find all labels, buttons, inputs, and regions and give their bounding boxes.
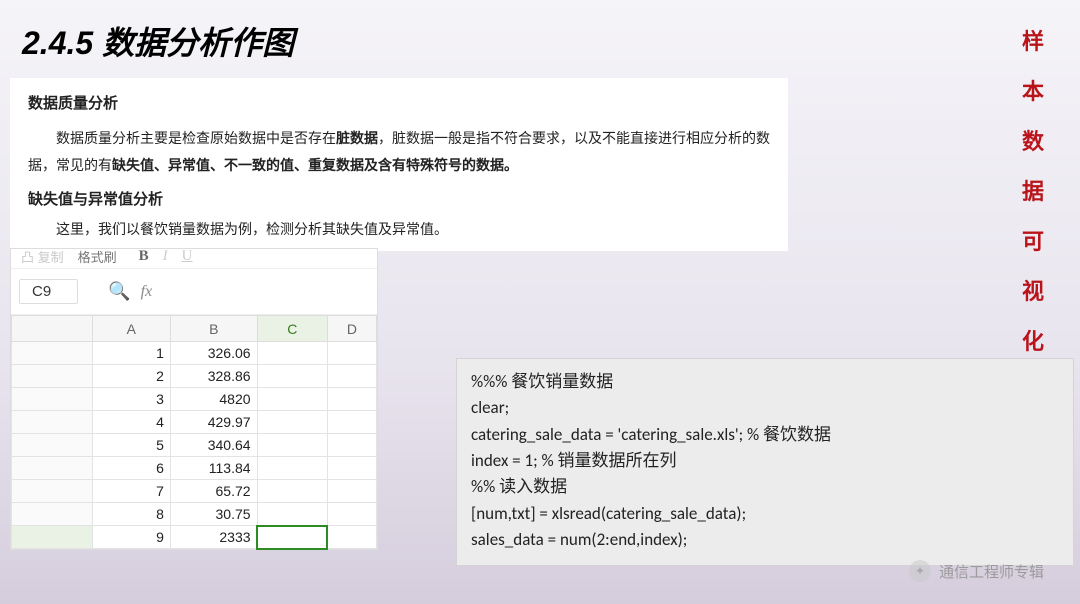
zoom-icon[interactable]: 🔍 xyxy=(108,281,130,302)
v-char: 样 xyxy=(1022,24,1044,56)
bold-issues-list: 缺失值、异常值、不一致的值、重复数据及含有特殊符号的数据。 xyxy=(112,157,518,173)
cell-c[interactable] xyxy=(257,434,327,457)
cell-b[interactable]: 113.84 xyxy=(170,457,257,480)
bold-dirty-data: 脏数据 xyxy=(336,130,378,146)
cell-a[interactable]: 7 xyxy=(92,480,170,503)
cell-c[interactable] xyxy=(257,365,327,388)
txt: 数据质量分析主要是检查原始数据中是否存在 xyxy=(56,130,336,146)
row-header[interactable] xyxy=(12,457,93,480)
col-header-b[interactable]: B xyxy=(170,316,257,342)
row-header[interactable] xyxy=(12,526,93,549)
toolbar-underline[interactable]: U xyxy=(182,249,193,265)
cell-c[interactable] xyxy=(257,480,327,503)
col-header-a[interactable]: A xyxy=(92,316,170,342)
row-header[interactable] xyxy=(12,411,93,434)
text-panel: 数据质量分析 数据质量分析主要是检查原始数据中是否存在脏数据，脏数据一般是指不符… xyxy=(10,78,788,251)
toolbar-copy[interactable]: 凸 复制 xyxy=(21,249,64,266)
paragraph-missing: 这里，我们以餐饮销量数据为例，检测分析其缺失值及异常值。 xyxy=(28,219,770,239)
code-line: index = 1; % 销量数据所在列 xyxy=(471,448,1059,474)
v-char: 可 xyxy=(1022,224,1044,256)
cell-a[interactable]: 9 xyxy=(92,526,170,549)
cell-a[interactable]: 1 xyxy=(92,342,170,365)
toolbar-format-painter[interactable]: 格式刷 xyxy=(78,249,117,266)
row-header[interactable] xyxy=(12,480,93,503)
cell-a[interactable]: 6 xyxy=(92,457,170,480)
code-line: %%% 餐饮销量数据 xyxy=(471,369,1059,395)
col-header-c[interactable]: C xyxy=(257,316,327,342)
cell-c[interactable] xyxy=(257,457,327,480)
cell-d[interactable] xyxy=(327,342,376,365)
cell-b[interactable]: 65.72 xyxy=(170,480,257,503)
cell-name-box[interactable]: C9 xyxy=(19,279,78,304)
cell-d[interactable] xyxy=(327,503,376,526)
row-header[interactable] xyxy=(12,503,93,526)
cell-a[interactable]: 4 xyxy=(92,411,170,434)
cell-d[interactable] xyxy=(327,480,376,503)
cell-b[interactable]: 429.97 xyxy=(170,411,257,434)
row-header[interactable] xyxy=(12,342,93,365)
cell-d[interactable] xyxy=(327,457,376,480)
row-header[interactable] xyxy=(12,365,93,388)
code-line: sales_data = num(2:end,index); xyxy=(471,527,1059,553)
paragraph-quality: 数据质量分析主要是检查原始数据中是否存在脏数据，脏数据一般是指不符合要求，以及不… xyxy=(28,125,770,178)
code-line: clear; xyxy=(471,395,1059,421)
watermark-text: 通信工程师专辑 xyxy=(939,561,1044,582)
cell-a[interactable]: 3 xyxy=(92,388,170,411)
cell-c[interactable] xyxy=(257,503,327,526)
cell-d[interactable] xyxy=(327,388,376,411)
v-char: 视 xyxy=(1022,274,1044,306)
row-header[interactable] xyxy=(12,434,93,457)
select-all-corner[interactable] xyxy=(12,316,93,342)
col-header-d[interactable]: D xyxy=(327,316,376,342)
spreadsheet-grid[interactable]: A B C D 1326.062328.86348204429.975340.6… xyxy=(11,315,377,549)
cell-c[interactable] xyxy=(257,526,327,549)
code-panel: %%% 餐饮销量数据 clear; catering_sale_data = '… xyxy=(456,358,1074,566)
label: 复制 xyxy=(38,250,64,265)
cell-a[interactable]: 5 xyxy=(92,434,170,457)
wechat-icon: ✦ xyxy=(909,560,931,582)
cell-c[interactable] xyxy=(257,342,327,365)
v-char: 据 xyxy=(1022,174,1044,206)
v-char: 本 xyxy=(1022,74,1044,106)
cell-b[interactable]: 30.75 xyxy=(170,503,257,526)
cell-d[interactable] xyxy=(327,365,376,388)
cell-b[interactable]: 326.06 xyxy=(170,342,257,365)
watermark: ✦ 通信工程师专辑 xyxy=(909,560,1044,582)
cell-a[interactable]: 2 xyxy=(92,365,170,388)
cell-d[interactable] xyxy=(327,526,376,549)
row-header[interactable] xyxy=(12,388,93,411)
cell-b[interactable]: 328.86 xyxy=(170,365,257,388)
cell-b[interactable]: 2333 xyxy=(170,526,257,549)
spreadsheet-panel: 凸 复制 格式刷 B I U C9 🔍 fx A B C D 1326.0623… xyxy=(10,248,378,550)
cell-a[interactable]: 8 xyxy=(92,503,170,526)
vertical-subtitle: 样 本 数 据 可 视 化 xyxy=(1022,24,1044,356)
toolbar-italic[interactable]: I xyxy=(163,249,168,265)
v-char: 数 xyxy=(1022,124,1044,156)
toolbar-bold[interactable]: B xyxy=(139,249,149,265)
cell-b[interactable]: 340.64 xyxy=(170,434,257,457)
code-line: %% 读入数据 xyxy=(471,474,1059,500)
cell-c[interactable] xyxy=(257,388,327,411)
v-char: 化 xyxy=(1022,324,1044,356)
spreadsheet-toolbar: 凸 复制 格式刷 B I U xyxy=(11,249,377,269)
cell-c[interactable] xyxy=(257,411,327,434)
subheading-missing: 缺失值与异常值分析 xyxy=(28,188,770,209)
formula-bar: C9 🔍 fx xyxy=(11,269,377,315)
cell-d[interactable] xyxy=(327,411,376,434)
code-line: catering_sale_data = 'catering_sale.xls'… xyxy=(471,422,1059,448)
cell-d[interactable] xyxy=(327,434,376,457)
fx-label[interactable]: fx xyxy=(141,283,153,301)
subheading-quality: 数据质量分析 xyxy=(28,92,770,113)
page-title: 2.4.5 数据分析作图 xyxy=(22,18,294,64)
cell-b[interactable]: 4820 xyxy=(170,388,257,411)
code-line: [num,txt] = xlsread(catering_sale_data); xyxy=(471,501,1059,527)
